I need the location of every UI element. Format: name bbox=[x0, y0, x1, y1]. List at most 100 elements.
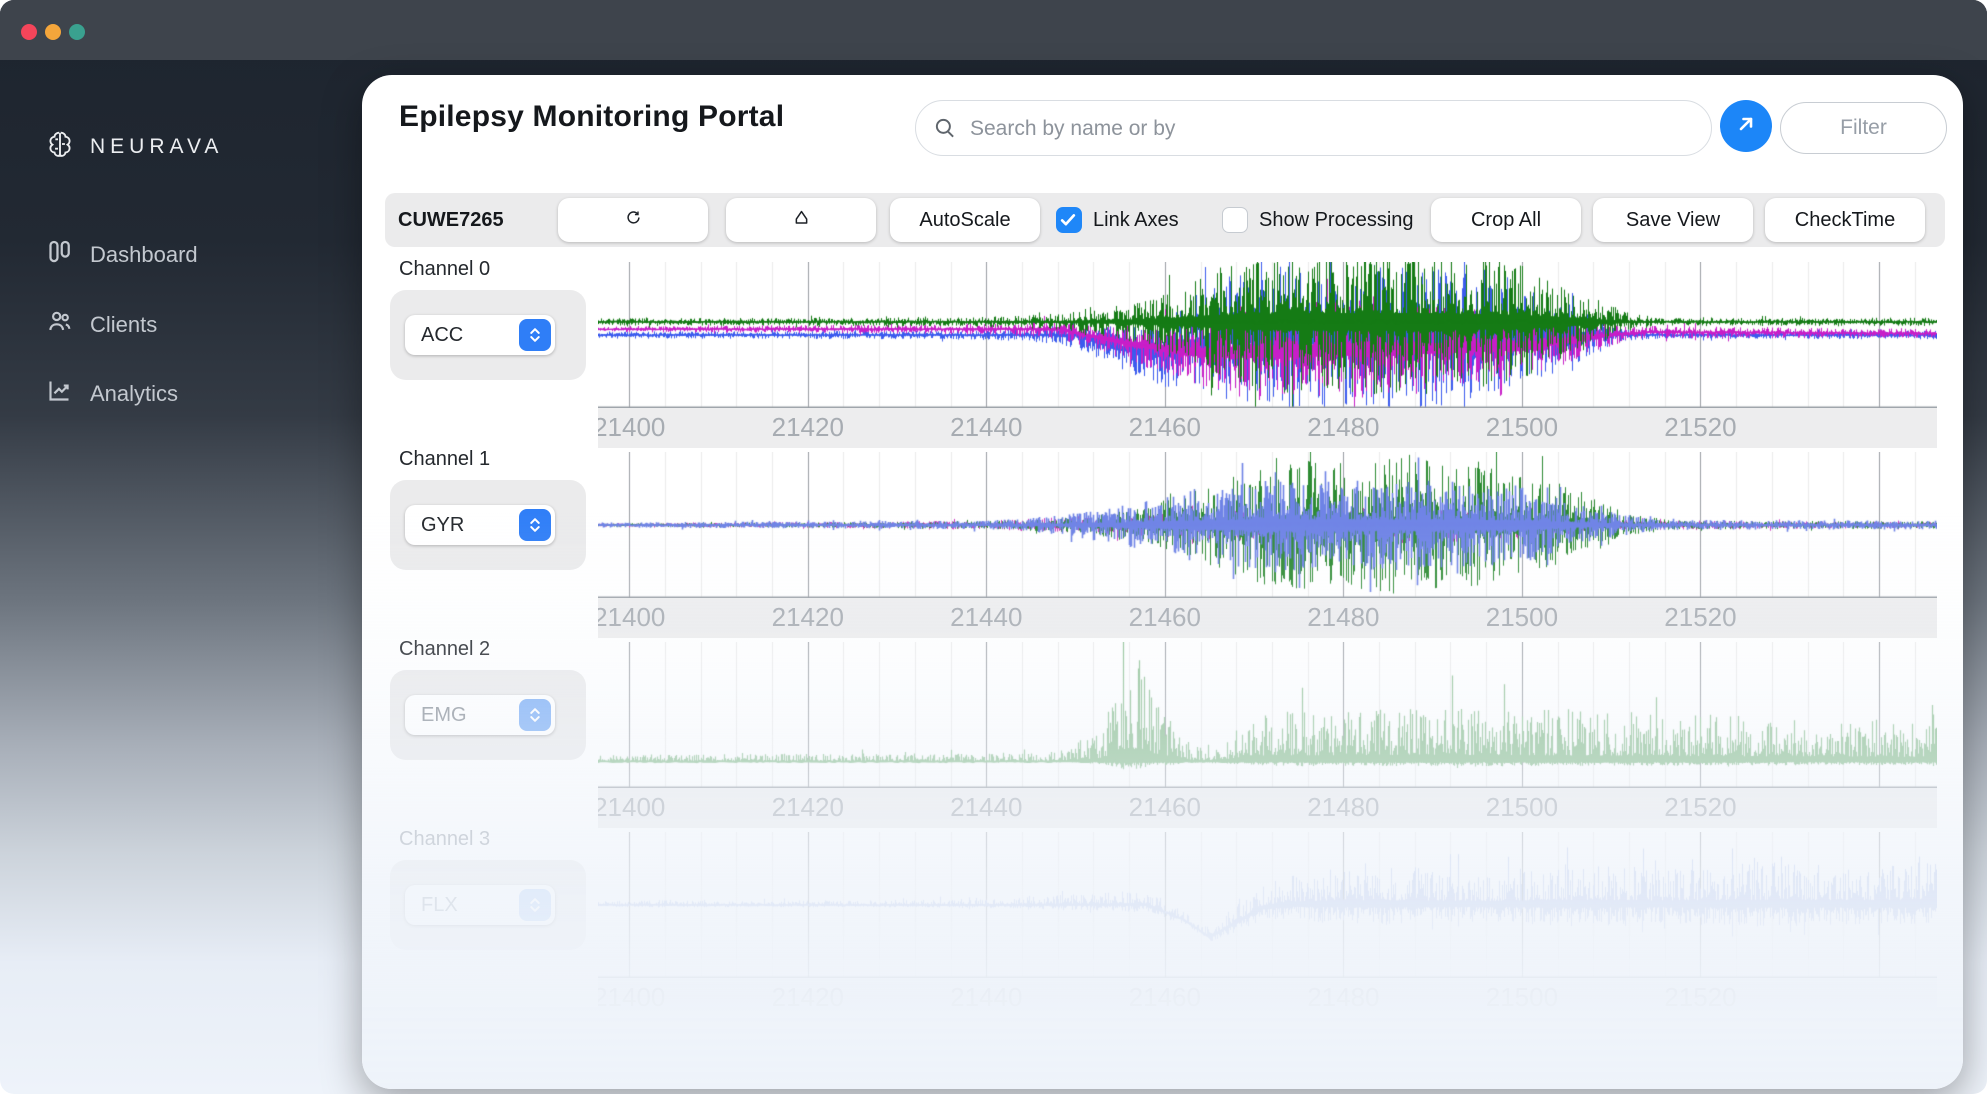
x-tick-label: 21460 bbox=[1125, 792, 1205, 823]
x-tick-label: 21500 bbox=[1482, 412, 1562, 443]
channel-2-select-value: EMG bbox=[421, 695, 467, 735]
filter-button[interactable]: Filter bbox=[1780, 102, 1947, 154]
channel-2-select[interactable]: EMG bbox=[405, 695, 555, 735]
clients-icon bbox=[46, 308, 73, 341]
channel-0-select-value: ACC bbox=[421, 315, 463, 355]
sidebar-item-dashboard[interactable]: Dashboard bbox=[46, 238, 198, 271]
save-view-button[interactable]: Save View bbox=[1593, 198, 1753, 242]
x-tick-label: 21400 bbox=[598, 602, 669, 633]
chevron-updown-icon bbox=[519, 889, 551, 921]
checktime-button[interactable]: CheckTime bbox=[1765, 198, 1925, 242]
save-view-button-label: Save View bbox=[1626, 209, 1720, 232]
search-icon bbox=[932, 115, 958, 146]
crop-all-button-label: Crop All bbox=[1471, 209, 1541, 232]
channel-0-axis: 21400214202144021460214802150021520 bbox=[598, 408, 1937, 448]
x-tick-label: 21480 bbox=[1303, 602, 1383, 633]
channel-1-label: Channel 1 bbox=[399, 448, 490, 471]
show-processing-checkbox[interactable] bbox=[1222, 207, 1248, 233]
x-tick-label: 21480 bbox=[1303, 412, 1383, 443]
autoscale-button[interactable]: AutoScale bbox=[890, 198, 1040, 242]
search-bar bbox=[915, 100, 1712, 156]
search-input[interactable] bbox=[968, 101, 1692, 157]
x-tick-label: 21480 bbox=[1303, 792, 1383, 823]
x-tick-label: 21420 bbox=[768, 982, 848, 1013]
filter-button-label: Filter bbox=[1840, 116, 1887, 140]
link-axes-checkbox[interactable] bbox=[1056, 207, 1082, 233]
analytics-icon bbox=[46, 377, 73, 410]
main-card: Epilepsy Monitoring Portal Filter CUWE72… bbox=[362, 75, 1963, 1089]
x-tick-label: 21440 bbox=[946, 412, 1026, 443]
x-tick-label: 21520 bbox=[1660, 792, 1740, 823]
sidebar-item-label: Dashboard bbox=[90, 242, 198, 268]
channel-3-select[interactable]: FLX bbox=[405, 885, 555, 925]
autoscale-button-label: AutoScale bbox=[919, 209, 1010, 232]
page-title: Epilepsy Monitoring Portal bbox=[399, 100, 784, 134]
x-tick-label: 21520 bbox=[1660, 602, 1740, 633]
x-tick-label: 21440 bbox=[946, 982, 1026, 1013]
channel-2-panel: EMG bbox=[390, 670, 586, 760]
chevron-updown-icon bbox=[519, 509, 551, 541]
x-tick-label: 21460 bbox=[1125, 982, 1205, 1013]
brain-logo-icon bbox=[44, 128, 76, 165]
checktime-button-label: CheckTime bbox=[1795, 209, 1895, 232]
home-icon bbox=[792, 208, 811, 233]
x-tick-label: 21480 bbox=[1303, 982, 1383, 1013]
x-tick-label: 21440 bbox=[946, 602, 1026, 633]
sidebar-item-label: Clients bbox=[90, 312, 157, 338]
x-tick-label: 21420 bbox=[768, 602, 848, 633]
device-id: CUWE7265 bbox=[398, 193, 504, 247]
channel-2-axis: 21400 21420 21440 21460 21480 21500 21520 bbox=[598, 788, 1937, 828]
show-processing-label: Show Processing bbox=[1259, 193, 1414, 247]
channel-0-plot[interactable] bbox=[598, 262, 1937, 408]
x-tick-label: 21440 bbox=[946, 792, 1026, 823]
x-tick-label: 21520 bbox=[1660, 412, 1740, 443]
check-icon bbox=[1058, 210, 1078, 230]
rotate-reset-icon bbox=[624, 208, 643, 233]
x-tick-label: 21400 bbox=[598, 412, 669, 443]
channel-2-label: Channel 2 bbox=[399, 638, 490, 661]
dashboard-icon bbox=[46, 238, 73, 271]
channel-3-label: Channel 3 bbox=[399, 828, 490, 851]
sidebar-item-label: Analytics bbox=[90, 381, 178, 407]
brand-name: NEURAVA bbox=[90, 135, 223, 159]
channel-3-panel: FLX bbox=[390, 860, 586, 950]
x-tick-label: 21500 bbox=[1482, 602, 1562, 633]
link-axes-label: Link Axes bbox=[1093, 193, 1179, 247]
arrow-up-right-icon bbox=[1734, 112, 1758, 141]
reset-view-button[interactable] bbox=[558, 198, 708, 242]
channel-1-axis: 21400 21420 21440 21460 21480 21500 21520 bbox=[598, 598, 1937, 638]
plot-toolbar: CUWE7265 AutoScale bbox=[385, 193, 1945, 247]
x-tick-label: 21400 bbox=[598, 982, 669, 1013]
chevron-updown-icon bbox=[519, 319, 551, 351]
channel-3-select-value: FLX bbox=[421, 885, 458, 925]
sidebar-item-clients[interactable]: Clients bbox=[46, 308, 157, 341]
channel-3-plot[interactable] bbox=[598, 832, 1937, 978]
sidebar-item-analytics[interactable]: Analytics bbox=[46, 377, 178, 410]
x-tick-label: 21400 bbox=[598, 792, 669, 823]
channel-1-panel: GYR bbox=[390, 480, 586, 570]
x-tick-label: 21500 bbox=[1482, 792, 1562, 823]
x-tick-label: 21420 bbox=[768, 412, 848, 443]
channel-1-select[interactable]: GYR bbox=[405, 505, 555, 545]
channel-0-select[interactable]: ACC bbox=[405, 315, 555, 355]
close-window-button[interactable] bbox=[21, 24, 37, 40]
x-tick-label: 21420 bbox=[768, 792, 848, 823]
channel-1-plot[interactable] bbox=[598, 452, 1937, 598]
home-view-button[interactable] bbox=[726, 198, 876, 242]
minimize-window-button[interactable] bbox=[45, 24, 61, 40]
app-window: NEURAVA Dashboard Clients Analytics Epil… bbox=[0, 0, 1987, 1094]
channel-3-axis: 21400 21420 21440 21460 21480 21500 21520 bbox=[598, 978, 1937, 1018]
channel-0-label: Channel 0 bbox=[399, 258, 490, 281]
crop-all-button[interactable]: Crop All bbox=[1431, 198, 1581, 242]
zoom-window-button[interactable] bbox=[69, 24, 85, 40]
title-bar bbox=[0, 0, 1987, 60]
channel-2-plot[interactable] bbox=[598, 642, 1937, 788]
x-tick-label: 21500 bbox=[1482, 982, 1562, 1013]
brand: NEURAVA bbox=[44, 128, 223, 165]
x-tick-label: 21520 bbox=[1660, 982, 1740, 1013]
channel-1-select-value: GYR bbox=[421, 505, 464, 545]
channel-0-panel: ACC bbox=[390, 290, 586, 380]
x-tick-label: 21460 bbox=[1125, 602, 1205, 633]
search-submit-button[interactable] bbox=[1720, 100, 1772, 152]
chevron-updown-icon bbox=[519, 699, 551, 731]
